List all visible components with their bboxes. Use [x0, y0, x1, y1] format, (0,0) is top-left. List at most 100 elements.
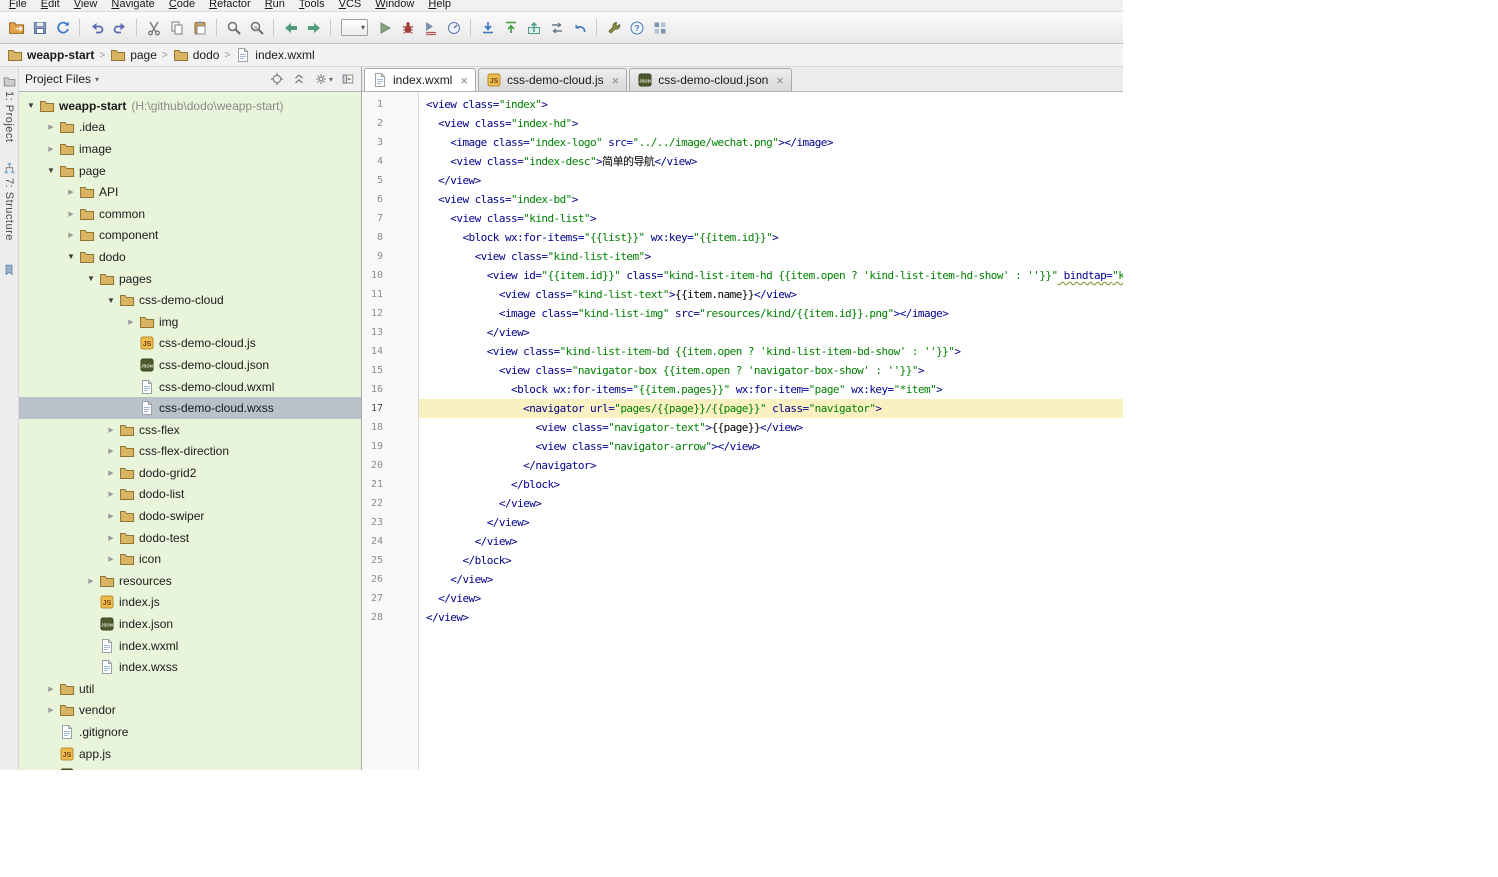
expand-toggle[interactable]: ▶ [103, 447, 119, 455]
line-number[interactable]: 22 [362, 494, 418, 513]
line-number[interactable]: 8 [362, 228, 418, 247]
expand-toggle[interactable]: ▼ [63, 252, 79, 261]
tree-item-weapp-start[interactable]: ▼ weapp-start (H:\github\dodo\weapp-start… [19, 95, 361, 117]
profiler-icon[interactable] [442, 16, 465, 39]
expand-toggle[interactable]: ▶ [103, 426, 119, 434]
tree-item-dodo-swiper[interactable]: ▶ dodo-swiper [19, 505, 361, 527]
rollback-icon[interactable] [568, 16, 591, 39]
line-number[interactable]: 11 [362, 285, 418, 304]
code-line[interactable]: <view class="kind-list-item"> [419, 247, 1123, 266]
tab-css-demo-cloud.json[interactable]: JSON css-demo-cloud.json × [629, 68, 792, 91]
menu-edit[interactable]: Edit [34, 0, 67, 11]
line-number[interactable]: 25 [362, 551, 418, 570]
tree-item-app.js[interactable]: JS app.js [19, 743, 361, 765]
expand-toggle[interactable]: ▶ [123, 318, 139, 326]
tree-item-css-demo-cloud[interactable]: ▼ css-demo-cloud [19, 289, 361, 311]
code-line[interactable]: </view> [419, 494, 1123, 513]
line-number[interactable]: 28 [362, 608, 418, 627]
line-number[interactable]: 19 [362, 437, 418, 456]
code-line[interactable]: <view class="kind-list-item-bd {{item.op… [419, 342, 1123, 361]
close-icon[interactable]: × [460, 74, 468, 87]
tree-item-img[interactable]: ▶ img [19, 311, 361, 333]
vcs-update-icon[interactable] [476, 16, 499, 39]
code-line[interactable]: <view class="kind-list-text">{{item.name… [419, 285, 1123, 304]
code-line[interactable]: <view id="{{item.id}}" class="kind-list-… [419, 266, 1123, 285]
line-number[interactable]: 12 [362, 304, 418, 323]
tree-item-API[interactable]: ▶ API [19, 181, 361, 203]
line-number[interactable]: 20 [362, 456, 418, 475]
line-number[interactable]: 10 [362, 266, 418, 285]
save-icon[interactable] [28, 16, 51, 39]
code-line[interactable]: <view class="index-hd"> [419, 114, 1123, 133]
code-area[interactable]: <view class="index"> <view class="index-… [419, 92, 1123, 770]
redo-icon[interactable] [108, 16, 131, 39]
code-line[interactable]: </view> [419, 323, 1123, 342]
expand-toggle[interactable]: ▶ [63, 231, 79, 239]
tree-item-dodo-list[interactable]: ▶ dodo-list [19, 484, 361, 506]
breadcrumb-item-weapp-start[interactable]: weapp-start [7, 47, 94, 63]
code-line[interactable]: <navigator url="pages/{{page}}/{{page}}"… [419, 399, 1123, 418]
tree-item-common[interactable]: ▶ common [19, 203, 361, 225]
tree-item-pages[interactable]: ▼ pages [19, 268, 361, 290]
code-line[interactable]: <view class="index-desc">简单的导航</view> [419, 152, 1123, 171]
tree-item-util[interactable]: ▶ util [19, 678, 361, 700]
line-number[interactable]: 13 [362, 323, 418, 342]
menu-window[interactable]: Window [368, 0, 421, 11]
code-line[interactable]: </block> [419, 475, 1123, 494]
menu-vcs[interactable]: VCS [332, 0, 369, 11]
tree-item-app.json[interactable]: JSONapp.json [19, 764, 361, 770]
menu-refactor[interactable]: Refactor [202, 0, 258, 11]
line-number[interactable]: 3 [362, 133, 418, 152]
expand-toggle[interactable]: ▶ [103, 490, 119, 498]
code-line[interactable]: </view> [419, 608, 1123, 627]
tree-item-index.js[interactable]: JS index.js [19, 592, 361, 614]
expand-toggle[interactable]: ▼ [83, 274, 99, 283]
tree-item-resources[interactable]: ▶ resources [19, 570, 361, 592]
line-number[interactable]: 21 [362, 475, 418, 494]
project-view-selector[interactable]: Project Files ▾ [25, 72, 99, 86]
code-line[interactable]: </view> [419, 589, 1123, 608]
gear-icon[interactable]: ▾ [314, 72, 333, 86]
line-number[interactable]: 7 [362, 209, 418, 228]
project-structure-icon[interactable] [648, 16, 671, 39]
line-number[interactable]: 2 [362, 114, 418, 133]
tree-item-vendor[interactable]: ▶ vendor [19, 700, 361, 722]
tree-item-css-demo-cloud.js[interactable]: JS css-demo-cloud.js [19, 333, 361, 355]
tree-item-css-flex[interactable]: ▶ css-flex [19, 419, 361, 441]
coverage-icon[interactable] [419, 16, 442, 39]
expand-toggle[interactable]: ▶ [103, 534, 119, 542]
expand-toggle[interactable]: ▶ [103, 555, 119, 563]
code-line[interactable]: <view class="kind-list"> [419, 209, 1123, 228]
tree-item-css-demo-cloud.json[interactable]: JSON css-demo-cloud.json [19, 354, 361, 376]
close-icon[interactable]: × [612, 74, 620, 87]
expand-toggle[interactable]: ▶ [103, 512, 119, 520]
tree-item-index.wxml[interactable]: index.wxml [19, 635, 361, 657]
tree-item-dodo[interactable]: ▼ dodo [19, 246, 361, 268]
collapse-all-icon[interactable] [292, 72, 306, 86]
tab-css-demo-cloud.js[interactable]: JS css-demo-cloud.js × [477, 68, 628, 91]
editor-gutter[interactable]: 1 2 3 4 5 6 7 8 9 10 11 12 13 14 15 16 17 18 19 20 21 22 23 24 2… [362, 92, 419, 770]
open-icon[interactable] [5, 16, 28, 39]
expand-toggle[interactable]: ▶ [43, 123, 59, 131]
code-line[interactable]: </block> [419, 551, 1123, 570]
menu-tools[interactable]: Tools [292, 0, 332, 11]
code-line[interactable]: <view class="index-bd"> [419, 190, 1123, 209]
line-number[interactable]: 18 [362, 418, 418, 437]
line-number[interactable]: 9 [362, 247, 418, 266]
line-number[interactable]: 16 [362, 380, 418, 399]
tree-item-.gitignore[interactable]: .gitignore [19, 721, 361, 743]
breadcrumb-item-page[interactable]: page [110, 47, 157, 63]
menu-code[interactable]: Code [162, 0, 202, 11]
code-line[interactable]: </view> [419, 171, 1123, 190]
settings-wrench-icon[interactable] [602, 16, 625, 39]
forward-icon[interactable] [302, 16, 325, 39]
expand-toggle[interactable]: ▼ [23, 101, 39, 110]
code-line[interactable]: </view> [419, 570, 1123, 589]
locate-icon[interactable] [270, 72, 284, 86]
code-line[interactable]: </view> [419, 532, 1123, 551]
menu-file[interactable]: File [2, 0, 34, 11]
expand-toggle[interactable]: ▶ [83, 577, 99, 585]
tree-item-index.wxss[interactable]: index.wxss [19, 656, 361, 678]
undo-icon[interactable] [85, 16, 108, 39]
back-icon[interactable] [279, 16, 302, 39]
